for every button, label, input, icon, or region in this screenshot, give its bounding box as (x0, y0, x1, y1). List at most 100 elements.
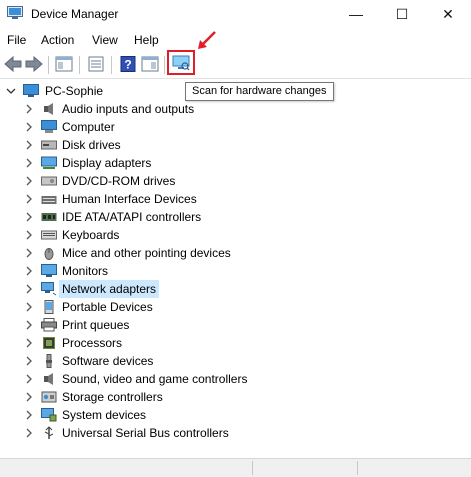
tree-item[interactable]: Disk drives (24, 136, 284, 154)
annotation-arrow-icon (198, 31, 216, 49)
tree-item-label: Keyboards (62, 228, 120, 242)
tree-item[interactable]: DVD/CD-ROM drives (24, 172, 284, 190)
tree-item-label: Human Interface Devices (62, 192, 197, 206)
tree-item[interactable]: Processors (24, 334, 284, 352)
chevron-down-icon[interactable] (6, 86, 16, 96)
tree-item[interactable]: Human Interface Devices (24, 190, 284, 208)
dvd-drive-icon (41, 176, 57, 186)
tree-item-label: Universal Serial Bus controllers (62, 426, 229, 440)
tree-item-label: Print queues (62, 318, 130, 332)
processor-icon (43, 337, 55, 349)
monitor-icon (41, 264, 57, 277)
svg-text:?: ? (124, 58, 131, 72)
printer-icon (41, 318, 57, 332)
chevron-right-icon[interactable] (24, 266, 34, 276)
tree-item-label: Network adapters (59, 280, 160, 298)
speaker-icon (44, 103, 53, 115)
tree-item-label: Sound, video and game controllers (62, 372, 248, 386)
scan-hardware-button[interactable] (167, 50, 195, 75)
usb-icon (44, 426, 54, 439)
computer-icon (41, 120, 57, 133)
chevron-right-icon[interactable] (24, 356, 34, 366)
tree-root[interactable]: PC-Sophie (6, 82, 186, 100)
minimize-button[interactable]: — (333, 0, 379, 28)
display-adapter-icon (41, 156, 57, 169)
sound-controller-icon (44, 373, 53, 385)
chevron-right-icon[interactable] (24, 140, 34, 150)
tree-item[interactable]: IDE ATA/ATAPI controllers (24, 208, 284, 226)
chevron-right-icon[interactable] (24, 122, 34, 132)
tree-root-label: PC-Sophie (45, 84, 104, 98)
toolbar-separator (79, 56, 80, 74)
tree-item[interactable]: Sound, video and game controllers (24, 370, 284, 388)
chevron-right-icon[interactable] (24, 104, 34, 114)
toolbar: ? (0, 51, 471, 79)
menu-action[interactable]: Action (41, 33, 74, 47)
tree-item-label: System devices (62, 408, 147, 422)
scan-tooltip: Scan for hardware changes (185, 82, 334, 101)
menu-view[interactable]: View (92, 33, 118, 47)
system-device-icon (41, 408, 57, 422)
chevron-right-icon[interactable] (24, 176, 34, 186)
tree-item-label: Storage controllers (62, 390, 163, 404)
tree-item[interactable]: Universal Serial Bus controllers (24, 424, 284, 442)
chevron-right-icon[interactable] (24, 230, 34, 240)
tree-item[interactable]: Monitors (24, 262, 284, 280)
chevron-right-icon[interactable] (24, 320, 34, 330)
tree-item[interactable]: Software devices (24, 352, 284, 370)
back-arrow-icon[interactable] (4, 56, 22, 72)
chevron-right-icon[interactable] (24, 248, 34, 258)
tree-item-label: Software devices (62, 354, 154, 368)
close-button[interactable]: ✕ (425, 0, 471, 28)
tree-item[interactable]: Audio inputs and outputs (24, 100, 284, 118)
tree-item-label: Monitors (62, 264, 109, 278)
tree-item[interactable]: Network adapters (24, 280, 284, 298)
chevron-right-icon[interactable] (24, 338, 34, 348)
tree-item-label: Display adapters (62, 156, 152, 170)
tree-item[interactable]: Mice and other pointing devices (24, 244, 284, 262)
action-pane-icon[interactable] (141, 56, 159, 72)
tree-item[interactable]: Keyboards (24, 226, 284, 244)
chevron-right-icon[interactable] (24, 194, 34, 204)
tree-item-label: Processors (62, 336, 123, 350)
properties-icon[interactable] (87, 56, 105, 72)
device-manager-app-icon (7, 6, 23, 19)
menu-bar: File Action View Help (0, 30, 471, 50)
status-bar-separator (357, 461, 358, 475)
toolbar-separator (164, 56, 165, 74)
forward-arrow-icon[interactable] (25, 56, 43, 72)
window-title: Device Manager (31, 7, 119, 21)
chevron-right-icon[interactable] (24, 410, 34, 420)
chevron-right-icon[interactable] (24, 284, 34, 294)
menu-help[interactable]: Help (134, 33, 159, 47)
scan-monitor-icon (172, 55, 190, 71)
chevron-right-icon[interactable] (24, 302, 34, 312)
help-icon[interactable]: ? (119, 56, 137, 72)
tree-item[interactable]: Storage controllers (24, 388, 284, 406)
tree-item-label: Mice and other pointing devices (62, 246, 231, 260)
chevron-right-icon[interactable] (24, 392, 34, 402)
tree-item[interactable]: Display adapters (24, 154, 284, 172)
chevron-right-icon[interactable] (24, 374, 34, 384)
chevron-right-icon[interactable] (24, 428, 34, 438)
maximize-button[interactable]: ☐ (379, 0, 425, 28)
tree-item-label: Audio inputs and outputs (62, 102, 195, 116)
tree-item[interactable]: Computer (24, 118, 284, 136)
keyboard-icon (41, 230, 57, 240)
status-bar-separator (252, 461, 253, 475)
tree-item[interactable]: Print queues (24, 316, 284, 334)
chevron-right-icon[interactable] (24, 212, 34, 222)
title-bar: Device Manager — ☐ ✕ (0, 0, 471, 28)
tree-item[interactable]: Portable Devices (24, 298, 284, 316)
tree-item-label: Disk drives (62, 138, 121, 152)
portable-device-icon (44, 300, 54, 314)
network-adapter-icon (41, 282, 57, 296)
menu-file[interactable]: File (7, 33, 26, 47)
tree-item[interactable]: System devices (24, 406, 284, 424)
toolbar-separator (48, 56, 49, 74)
tree-item-label: IDE ATA/ATAPI controllers (62, 210, 202, 224)
storage-controller-icon (41, 391, 57, 403)
chevron-right-icon[interactable] (24, 158, 34, 168)
tree-item-label: Computer (62, 120, 115, 134)
show-hide-console-tree-icon[interactable] (55, 56, 73, 72)
